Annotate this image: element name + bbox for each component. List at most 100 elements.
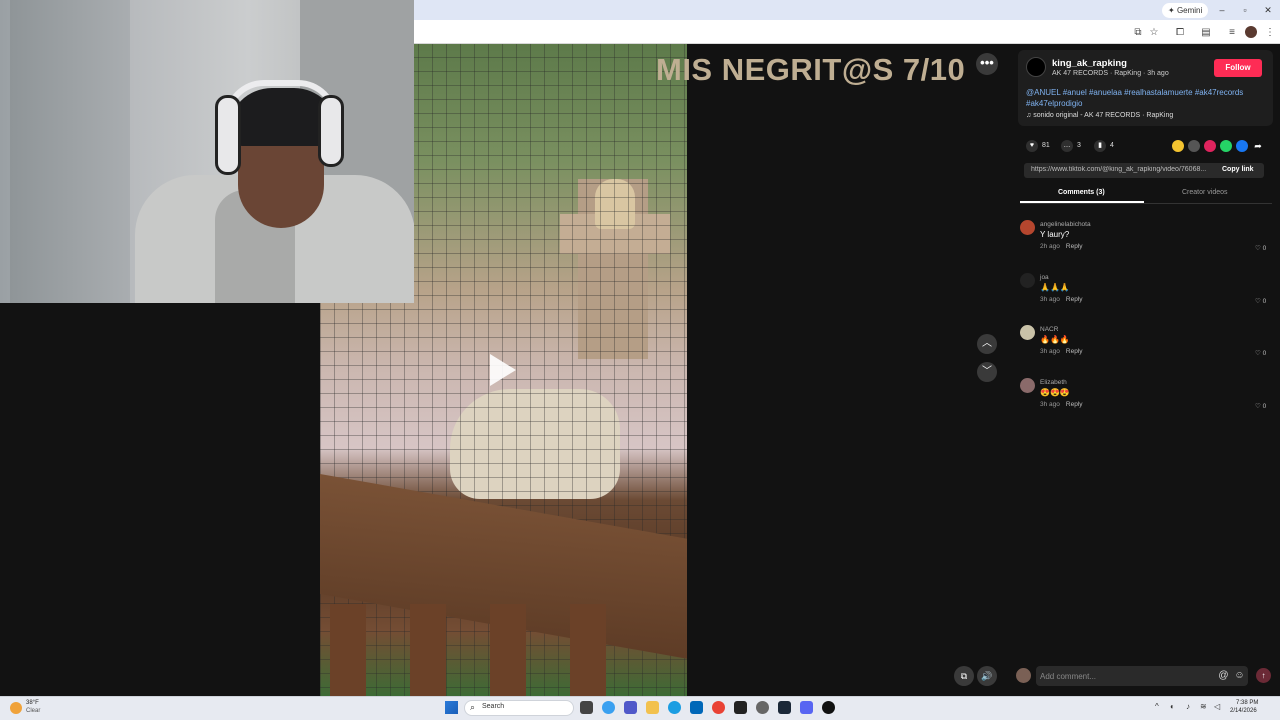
share-arrow-icon[interactable]: ➦: [1252, 140, 1264, 152]
video-wood-post: [570, 604, 606, 696]
comment-like-button[interactable]: ♡ 0: [1255, 349, 1266, 357]
chrome-icon[interactable]: [712, 701, 725, 714]
wifi-icon[interactable]: ≋: [1200, 702, 1207, 711]
comment-text: 😍😍😍: [1040, 387, 1070, 397]
browser-tab-strip: [414, 0, 1280, 20]
weather-moon-icon[interactable]: [10, 702, 22, 714]
bookmark-icon: ▮: [1094, 140, 1106, 152]
video-wood-post: [410, 604, 446, 696]
comment-button[interactable]: … 3: [1061, 140, 1081, 152]
send-comment-button[interactable]: ↑: [1256, 668, 1271, 683]
previous-video-button[interactable]: ︿: [977, 334, 997, 354]
teams-icon[interactable]: [624, 701, 637, 714]
app-icon[interactable]: [734, 701, 747, 714]
copilot-icon[interactable]: [602, 701, 615, 714]
post-hashtags[interactable]: @ANUEL #anuel #anuelaa #realhastalamuert…: [1026, 87, 1266, 109]
picture-in-picture-icon[interactable]: ⧉: [954, 666, 974, 686]
reading-list-icon[interactable]: ▤: [1200, 27, 1212, 39]
windows-start-icon[interactable]: [445, 701, 458, 714]
comment-avatar[interactable]: [1020, 325, 1035, 340]
volume-icon[interactable]: 🔊: [977, 666, 997, 686]
menu-dots-icon[interactable]: ⋮: [1264, 27, 1276, 39]
reply-button[interactable]: Reply: [1066, 296, 1083, 303]
install-icon[interactable]: ⧉: [1132, 27, 1144, 39]
facebook-icon[interactable]: [1236, 140, 1248, 152]
obs-icon[interactable]: [822, 701, 835, 714]
comment-username[interactable]: angelinelabichota: [1040, 221, 1091, 228]
comment-username[interactable]: joa: [1040, 274, 1049, 281]
task-view-icon[interactable]: [580, 701, 593, 714]
video-link[interactable]: https://www.tiktok.com/@king_ak_rapking/…: [1031, 166, 1217, 173]
webcam-overlay: [0, 0, 414, 303]
settings-icon[interactable]: [756, 701, 769, 714]
comment-avatar[interactable]: [1020, 272, 1035, 288]
next-video-button[interactable]: ﹀: [977, 362, 997, 382]
taskbar-search-label: Search: [482, 703, 505, 710]
microphone-icon[interactable]: ♪: [1186, 702, 1190, 711]
clock-time[interactable]: 7:38 PM: [1236, 700, 1258, 706]
comment-username[interactable]: NACR: [1040, 326, 1058, 333]
profile-avatar[interactable]: [1245, 26, 1257, 38]
save-button[interactable]: ▮ 4: [1094, 140, 1114, 152]
video-wood-post: [490, 604, 526, 696]
comment-avatar[interactable]: [1020, 220, 1035, 235]
tray-app-icon[interactable]: ◐: [1170, 702, 1175, 711]
reply-button[interactable]: Reply: [1066, 243, 1083, 250]
comment-meta: 3h ago Reply: [1040, 348, 1083, 355]
comment-like-button[interactable]: ♡ 0: [1255, 297, 1266, 305]
copy-link-button[interactable]: Copy link: [1222, 166, 1254, 173]
play-icon[interactable]: [490, 354, 516, 386]
share-send-icon[interactable]: [1204, 140, 1216, 152]
video-overlay-title: MIS NEGRIT@S 7/10: [656, 52, 966, 87]
gemini-label: Gemini: [1176, 6, 1203, 15]
comment-username[interactable]: Elizabeth: [1040, 379, 1067, 386]
comment-like-button[interactable]: ♡ 0: [1255, 402, 1266, 410]
mention-icon[interactable]: @: [1217, 669, 1230, 682]
share-emoji-icon[interactable]: [1172, 140, 1184, 152]
tab-divider: [1020, 203, 1272, 204]
tray-chevron-icon[interactable]: ^: [1155, 702, 1159, 711]
post-sound[interactable]: ♫ sonido original - AK 47 RECORDS · RapK…: [1026, 112, 1173, 119]
store-icon[interactable]: [690, 701, 703, 714]
screen: ✦ Gemini – ▫ ✕ ⧉ ☆ ⧠ ▤ ≡ ⋮ MIS NEGRIT@S …: [0, 0, 1280, 720]
comment-meta: 3h ago Reply: [1040, 296, 1083, 303]
author-name[interactable]: king_ak_rapking: [1052, 58, 1127, 69]
extensions-icon[interactable]: ⧠: [1174, 27, 1186, 39]
restore-icon[interactable]: ▫: [1238, 3, 1252, 17]
comment-icon: …: [1061, 140, 1073, 152]
taskbar-search[interactable]: [464, 700, 574, 716]
steam-icon[interactable]: [778, 701, 791, 714]
comment-avatar[interactable]: [1020, 377, 1035, 393]
heart-outline-icon: ♡: [1255, 245, 1263, 252]
emoji-icon[interactable]: ☺: [1233, 669, 1246, 682]
discord-icon[interactable]: [800, 701, 813, 714]
cast-icon[interactable]: ≡: [1226, 27, 1238, 39]
author-avatar[interactable]: [1026, 57, 1046, 77]
embed-icon[interactable]: [1188, 140, 1200, 152]
reply-button[interactable]: Reply: [1066, 348, 1083, 355]
comment-meta: 3h ago Reply: [1040, 401, 1083, 408]
reply-button[interactable]: Reply: [1066, 401, 1083, 408]
comment-like-button[interactable]: ♡ 0: [1255, 244, 1266, 252]
tab-creator-videos[interactable]: Creator videos: [1182, 189, 1228, 196]
more-options-button[interactable]: •••: [976, 53, 998, 75]
close-icon[interactable]: ✕: [1261, 3, 1275, 17]
edge-icon[interactable]: [668, 701, 681, 714]
comment-item: Elizabeth 😍😍😍 3h ago Reply ♡ 0: [1019, 377, 1274, 428]
clock-date[interactable]: 2/14/2026: [1230, 708, 1257, 714]
bookmark-star-icon[interactable]: ☆: [1148, 27, 1160, 39]
like-count: 81: [1042, 142, 1050, 149]
weather-temperature: 38°F: [26, 700, 39, 706]
comment-input[interactable]: [1040, 670, 1210, 682]
follow-button[interactable]: Follow: [1214, 59, 1262, 77]
gemini-button[interactable]: ✦ Gemini: [1162, 3, 1209, 18]
whatsapp-icon[interactable]: [1220, 140, 1232, 152]
minimize-icon[interactable]: –: [1215, 3, 1229, 17]
heart-icon: ♥: [1026, 140, 1038, 152]
tab-comments[interactable]: Comments (3): [1058, 189, 1105, 196]
like-button[interactable]: ♥ 81: [1026, 140, 1050, 152]
comment-time: 3h ago: [1040, 348, 1060, 355]
speaker-icon[interactable]: ◁: [1214, 702, 1220, 711]
file-explorer-icon[interactable]: [646, 701, 659, 714]
comment-time: 3h ago: [1040, 400, 1060, 408]
